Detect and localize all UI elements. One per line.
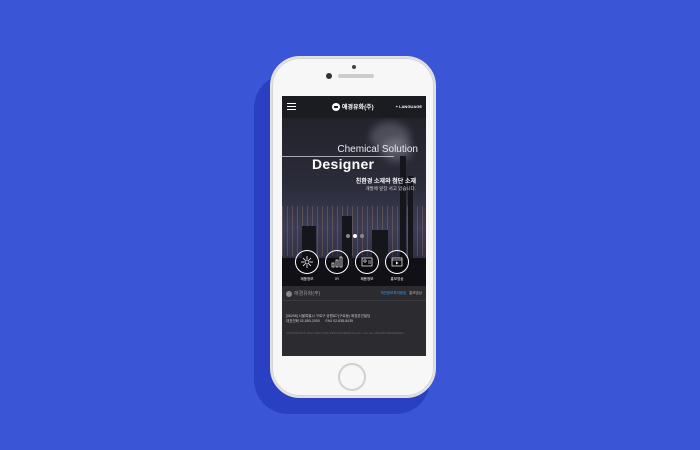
hero-subtitle: Chemical Solution [337,144,418,155]
footer-contact: 대표전화 02-850-2000 FAX 02-838-8435 [286,319,353,324]
slider-dot-active[interactable] [353,234,357,238]
quick-links: 제품정보 IR 채용정보 홍보영상 [294,250,410,282]
quick-link-label: 홍보영상 [390,277,404,281]
footer-copyright: COPYRIGHT© 2017 AEKYUNG PETROCHEMICAL CO… [286,331,405,335]
phone-sensor [352,65,356,69]
people-icon [355,250,379,274]
site-footer: 애경유화(주) 개인정보처리방침 홍보영상 [06298] 서울특별시 구로구 … [282,286,426,356]
hamburger-icon[interactable] [287,103,296,110]
phone-screen: 애경유화(주) + LANGUAGE Chemical Solution Des… [282,96,426,356]
hero-tagline-sub: 개발에 앞장 서고 있습니다. [365,186,416,191]
phone-speaker [338,74,374,78]
site-logo[interactable]: 애경유화(주) [332,102,374,111]
hero-title: Designer [312,156,375,172]
phone-frame: 애경유화(주) + LANGUAGE Chemical Solution Des… [270,56,436,398]
footer-fax: FAX 02-838-8435 [325,319,353,323]
slider-dots [346,234,364,238]
footer-top-row: 애경유화(주) 개인정보처리방침 홍보영상 [282,286,426,301]
promo-video-link[interactable]: 홍보영상 [409,291,422,296]
home-button[interactable] [338,363,366,391]
privacy-policy-link[interactable]: 개인정보처리방침 [380,291,406,296]
quick-link-recruit[interactable]: 채용정보 [354,250,380,282]
header-bar: 애경유화(주) + LANGUAGE [282,96,426,118]
language-button[interactable]: + LANGUAGE [396,104,422,109]
footer-logo[interactable]: 애경유화(주) [286,290,320,297]
camera-icon [326,73,332,79]
quick-link-label: IR [335,277,339,281]
footer-logo-text: 애경유화(주) [294,291,321,297]
footer-links: 개인정보처리방침 홍보영상 [380,291,422,296]
logo-text: 애경유화(주) [342,105,374,111]
atom-icon [295,250,319,274]
slider-dot[interactable] [346,234,350,238]
quick-link-video[interactable]: 홍보영상 [384,250,410,282]
quick-link-ir[interactable]: IR [324,250,350,282]
video-icon [385,250,409,274]
hero-tagline: 친환경 소재와 첨단 소재 [355,179,416,185]
footer-logo-icon [286,290,292,297]
footer-phone: 대표전화 02-850-2000 [286,319,320,323]
quick-link-products[interactable]: 제품정보 [294,250,320,282]
quick-link-label: 채용정보 [360,277,374,281]
chart-icon [325,250,349,274]
quick-link-label: 제품정보 [300,277,314,281]
slider-dot[interactable] [360,234,364,238]
logo-mark-icon [332,102,340,111]
